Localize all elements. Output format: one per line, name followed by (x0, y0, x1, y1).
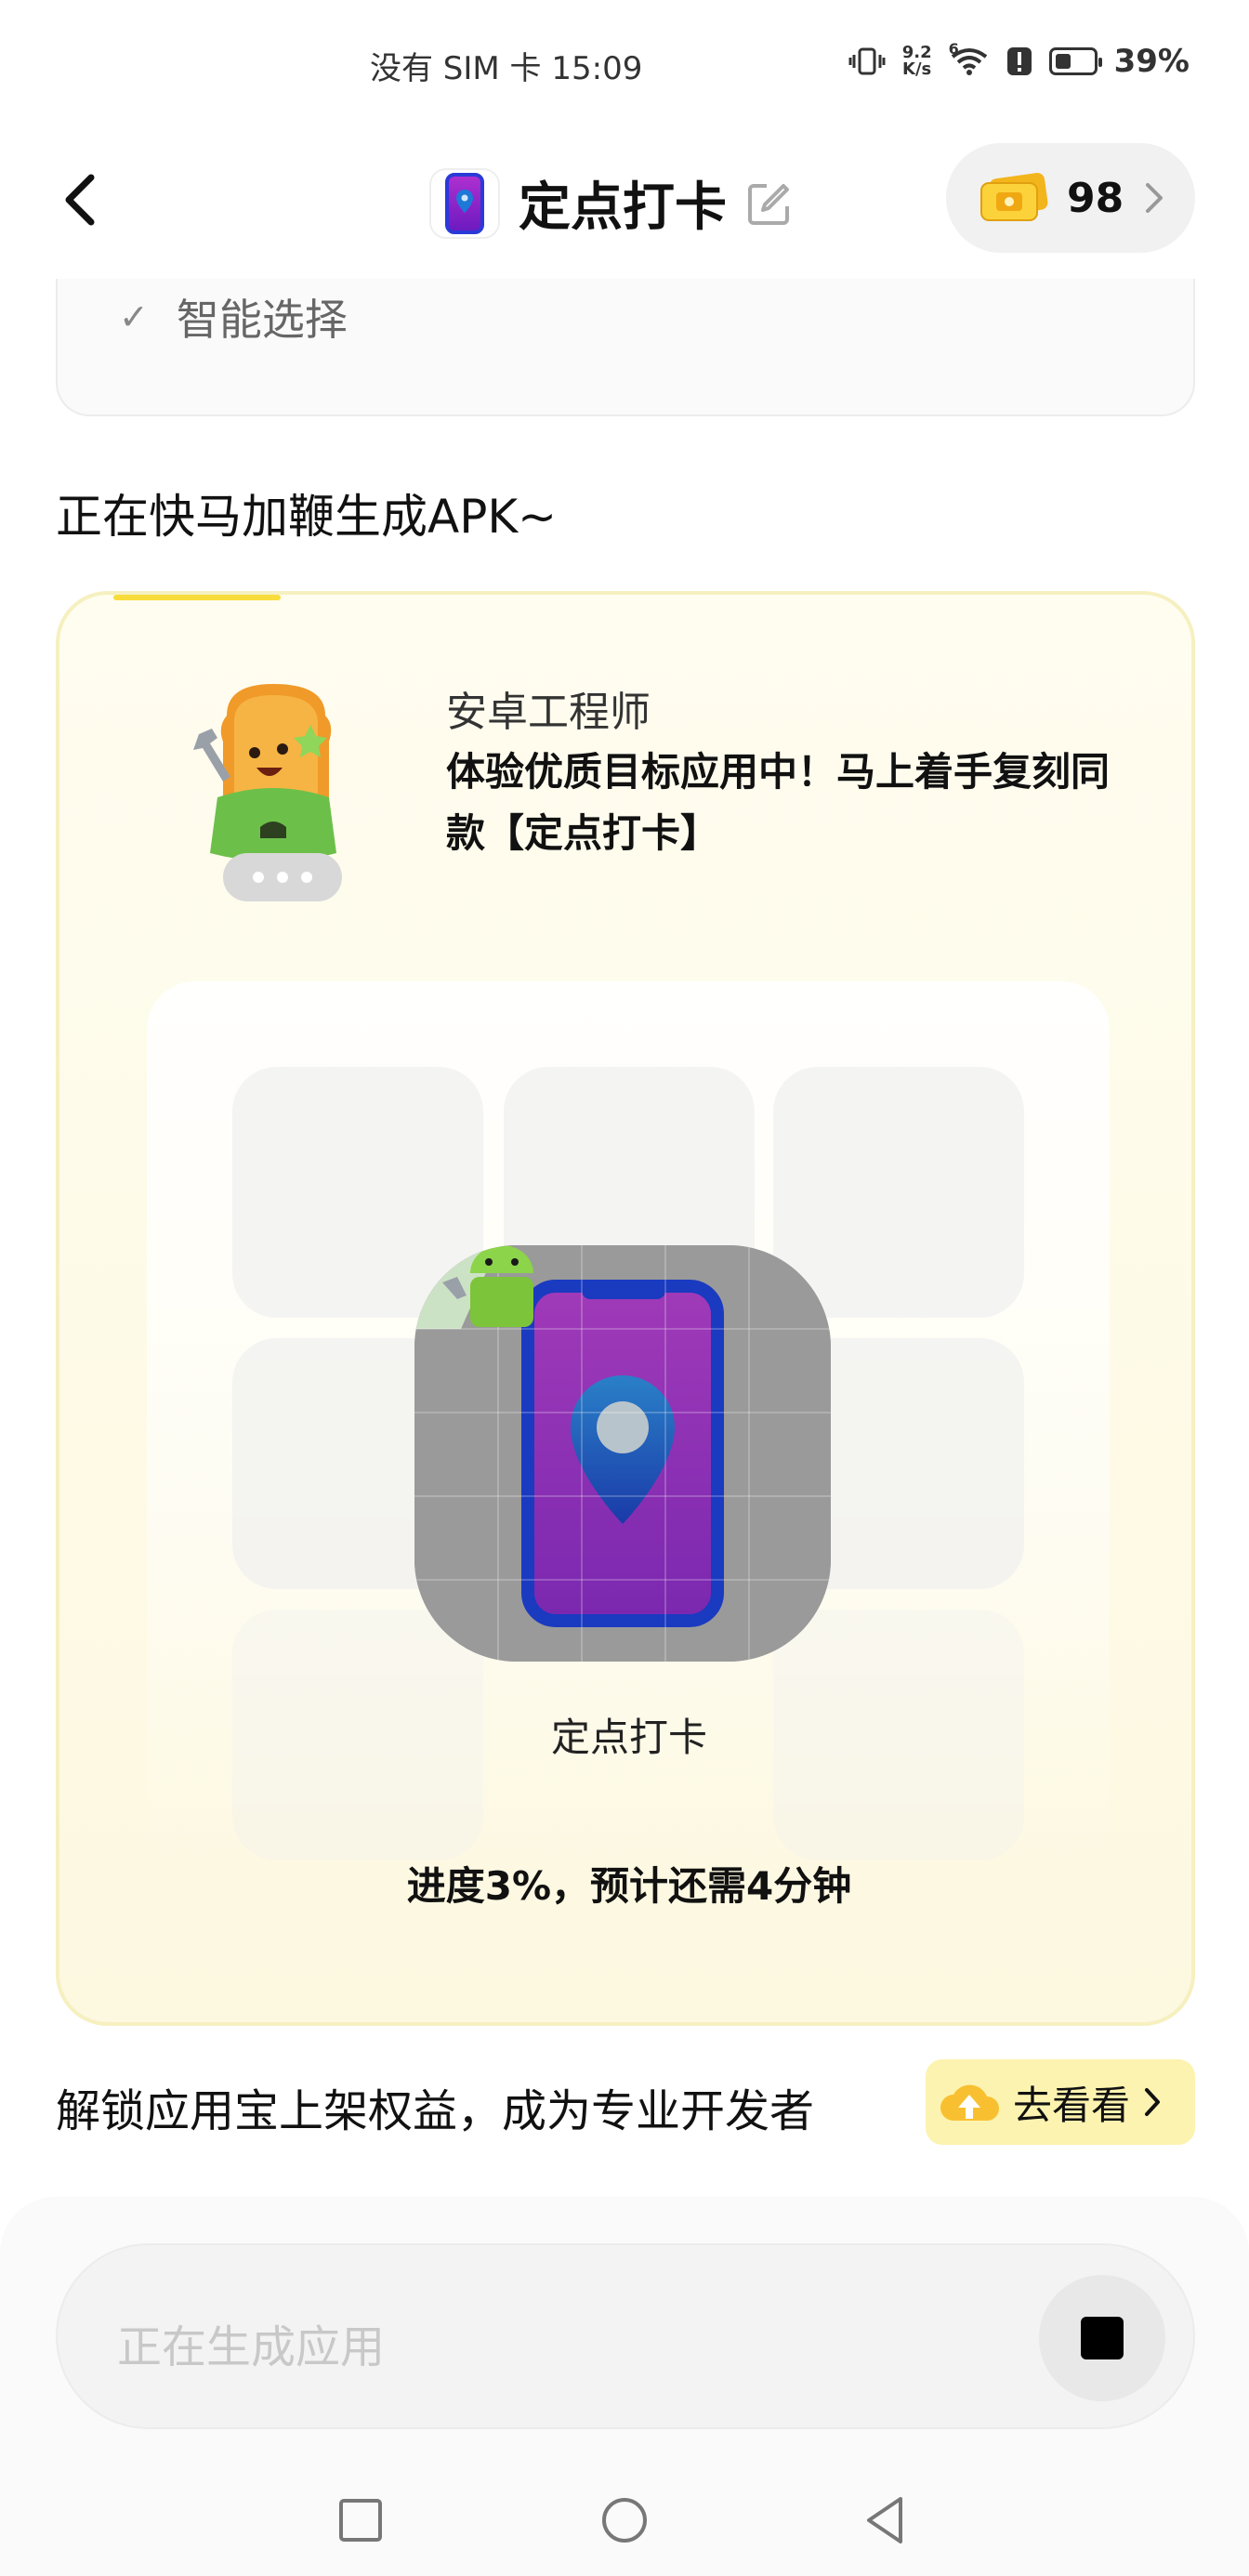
back-button[interactable] (52, 167, 108, 232)
vibrate-icon (848, 46, 886, 77)
status-bar: 没有 SIM 卡 15:09 9.2 K/s 6 39% (0, 0, 1249, 121)
stop-icon (1081, 2317, 1124, 2359)
battery-icon (1048, 47, 1102, 75)
generation-progress-card: 安卓工程师 体验优质目标应用中！马上着手复刻同款【定点打卡】 定点打卡 进度3%… (56, 591, 1195, 2026)
smart-select-option[interactable]: ✓ 智能选择 (119, 286, 348, 348)
wifi-badge: 6 (948, 40, 959, 58)
square-icon (339, 2499, 382, 2542)
engineer-name: 安卓工程师 (446, 689, 651, 736)
title-group: 定点打卡 (429, 165, 794, 241)
alert-icon (1006, 46, 1032, 77)
placeholder-tile (773, 1067, 1024, 1318)
carrier-time: 没有 SIM 卡 15:09 (370, 50, 643, 87)
circle-icon (602, 2498, 647, 2543)
status-icons: 9.2 K/s 6 39% (848, 40, 1190, 80)
android-engineer-avatar (190, 678, 357, 901)
prompt-input[interactable]: 正在生成应用 (56, 2243, 1195, 2429)
page-title: 定点打卡 (519, 177, 727, 238)
cloud-upload-icon (940, 2084, 999, 2121)
coin-ticket-icon (980, 173, 1048, 221)
smart-select-card: ✓ 智能选择 (56, 279, 1195, 416)
back-nav-button[interactable] (857, 2492, 913, 2548)
unlock-text: 解锁应用宝上架权益，成为专业开发者 (56, 2085, 815, 2137)
smart-select-label: 智能选择 (176, 295, 348, 345)
net-speed: 9.2 K/s (902, 45, 932, 78)
generated-app-icon (414, 1245, 831, 1662)
edit-icon[interactable] (745, 179, 794, 228)
recents-button[interactable] (333, 2492, 388, 2548)
prompt-input-placeholder: 正在生成应用 (117, 2321, 386, 2373)
system-nav-bar (0, 2472, 1249, 2576)
coin-count: 98 (1067, 174, 1124, 222)
wifi-icon: 6 (949, 40, 990, 77)
engineer-message: 体验优质目标应用中！马上着手复刻同款【定点打卡】 (446, 749, 1111, 856)
generated-app-name: 定点打卡 (550, 1715, 707, 1760)
check-icon: ✓ (119, 296, 149, 337)
coin-balance-button[interactable]: 98 (946, 143, 1195, 253)
chevron-right-icon (1145, 2088, 1161, 2116)
back-arrow-icon (65, 174, 95, 226)
chevron-right-icon (1146, 183, 1164, 213)
location-phone-app-icon (429, 167, 500, 239)
triangle-back-icon (867, 2497, 902, 2543)
generation-heading: 正在快马加鞭生成APK~ (56, 490, 558, 544)
card-accent-bar (113, 595, 281, 600)
go-see-label: 去看看 (1013, 2082, 1131, 2128)
stop-generation-button[interactable] (1039, 2275, 1165, 2401)
net-speed-unit: K/s (902, 59, 932, 79)
battery-percent: 39% (1113, 43, 1190, 80)
app-header: 定点打卡 98 (0, 139, 1249, 260)
unlock-banner: 解锁应用宝上架权益，成为专业开发者 去看看 (56, 2059, 1195, 2145)
home-button[interactable] (597, 2492, 652, 2548)
go-see-button[interactable]: 去看看 (926, 2059, 1195, 2145)
progress-status: 进度3%，预计还需4分钟 (406, 1863, 852, 1909)
